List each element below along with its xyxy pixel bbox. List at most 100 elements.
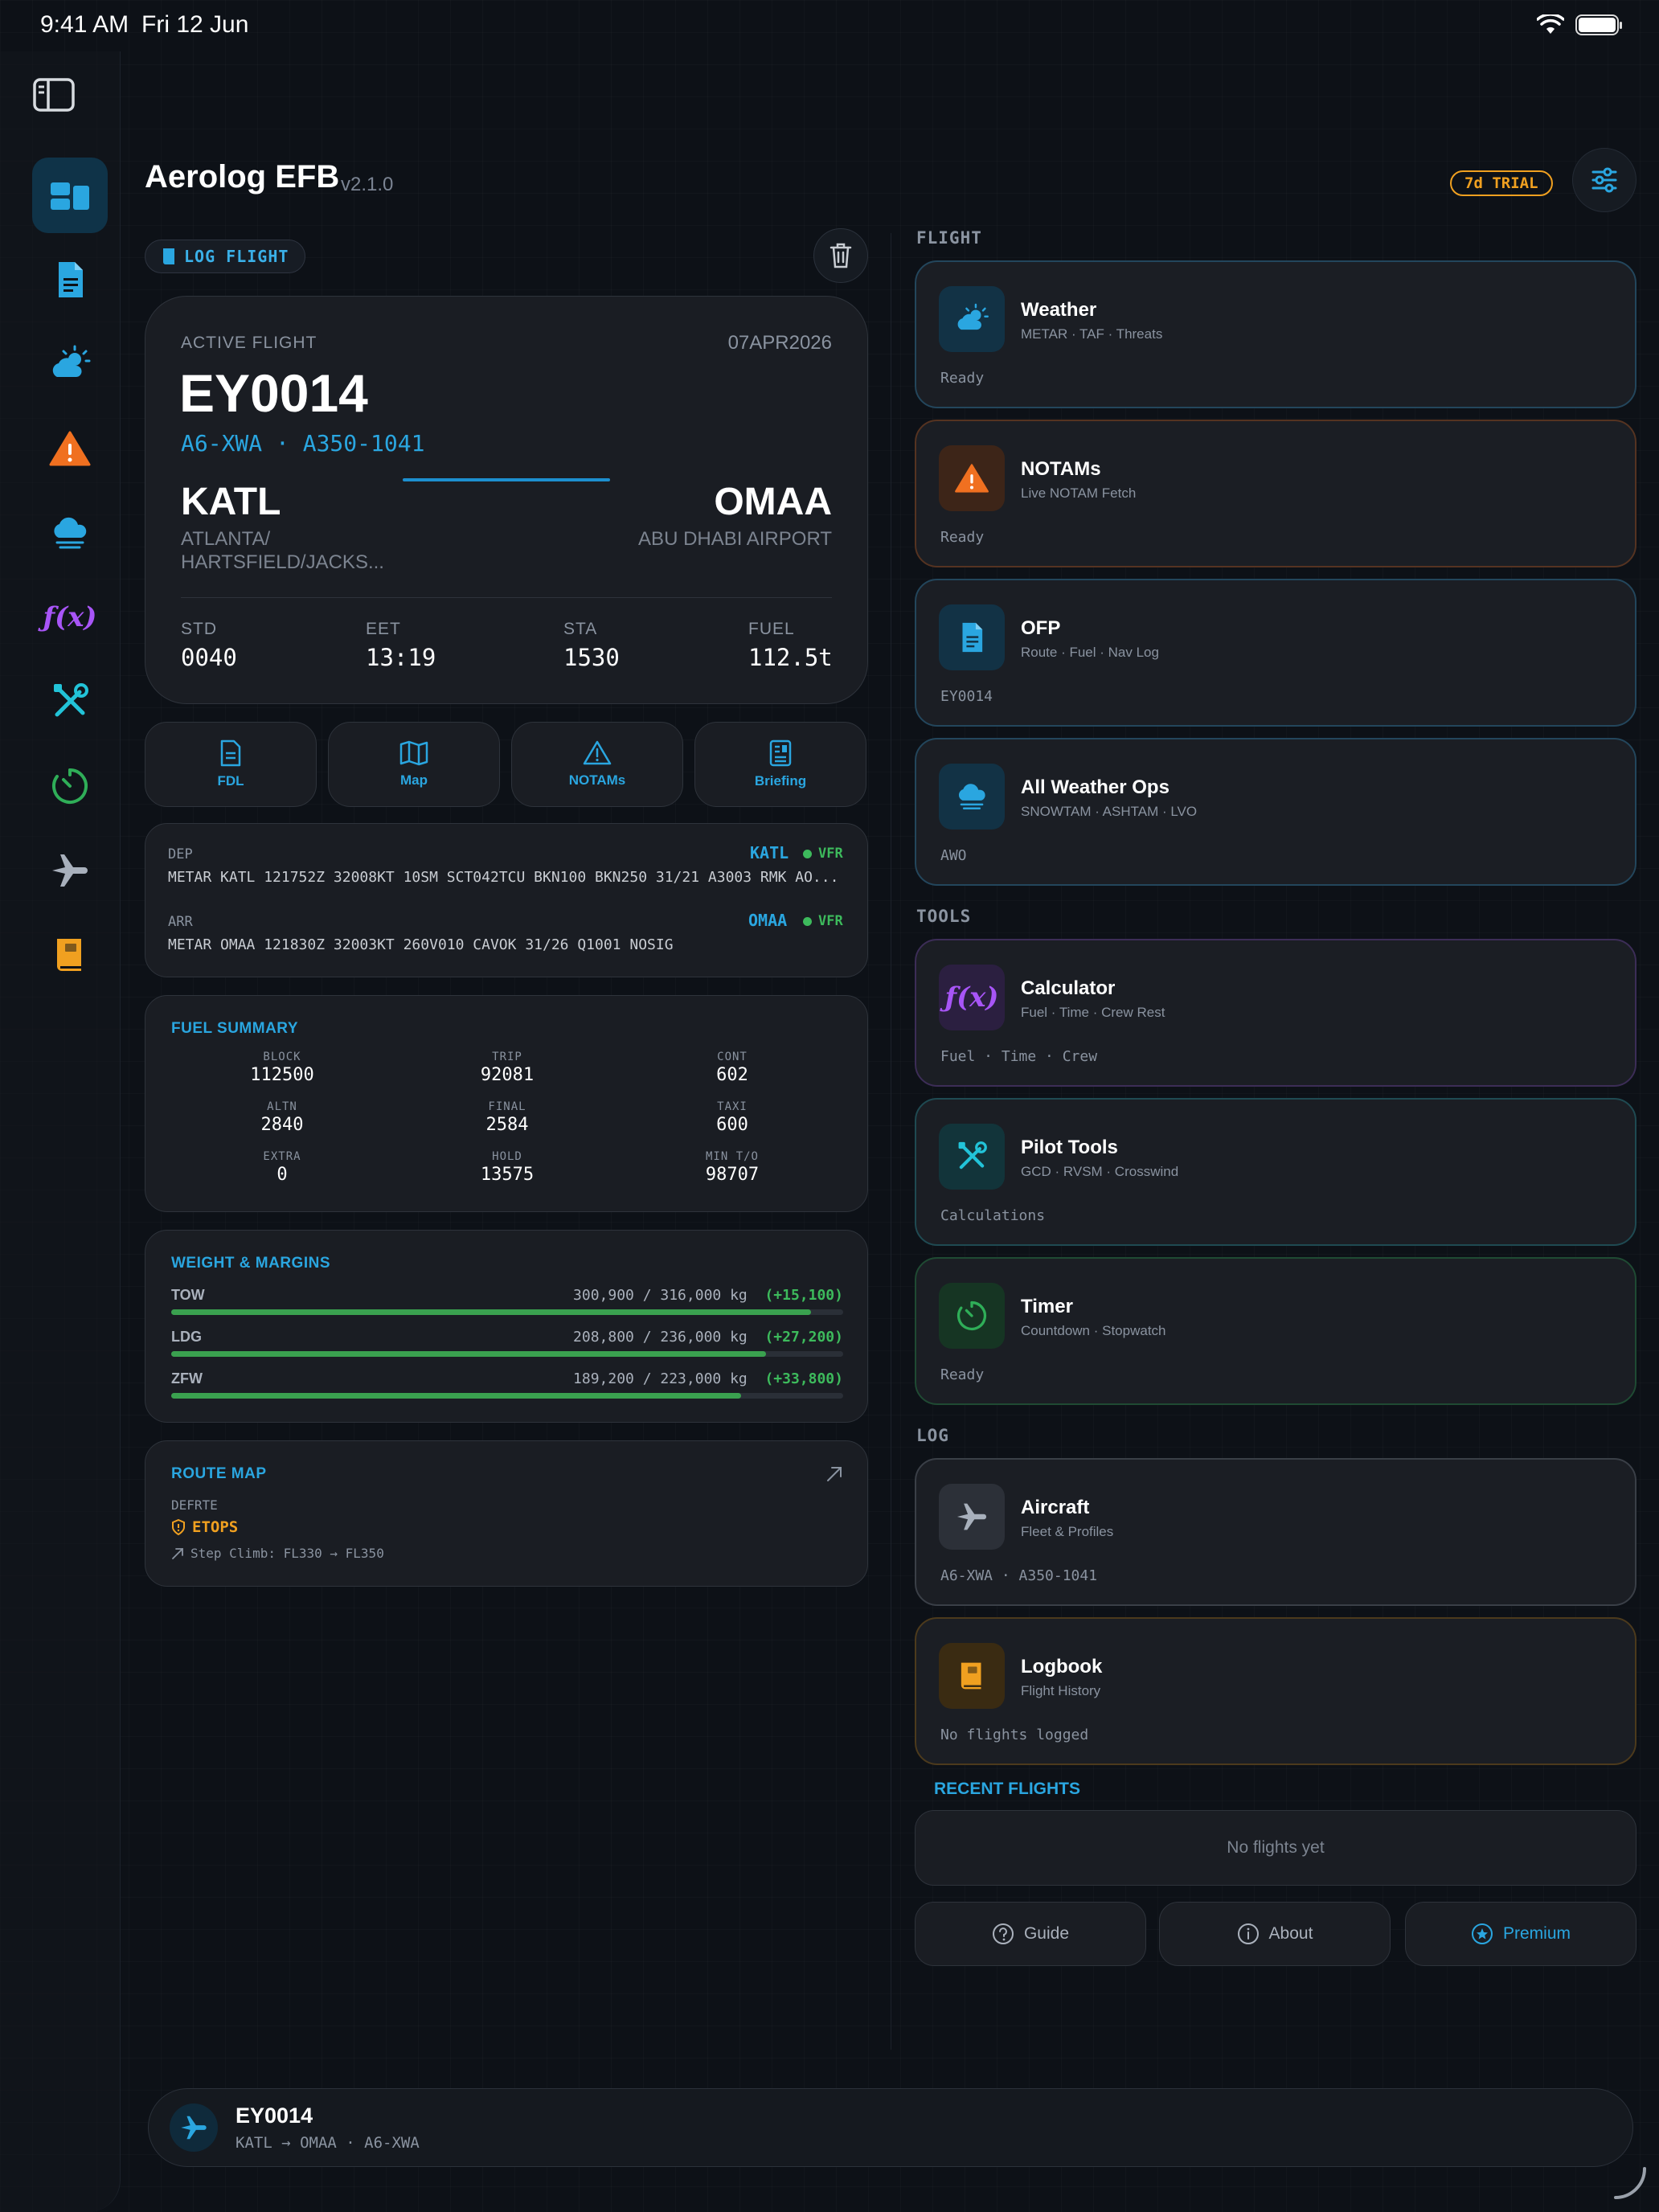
tile-icon [939,1124,1005,1190]
guide-button[interactable]: Guide [915,1902,1146,1966]
quick-action-notams[interactable]: NOTAMs [511,722,683,807]
sidebar-item-logbook[interactable] [32,917,108,993]
airplane-icon [956,1503,987,1530]
arrival-name: ABU DHABI AIRPORT [638,528,832,550]
tile-timer[interactable]: Timer Countdown · Stopwatch Ready [915,1257,1636,1405]
fuel-summary-card[interactable]: FUEL SUMMARY BLOCK 112500 TRIP 92081 CONT 6… [145,995,868,1212]
cloud-sun-icon [52,345,91,377]
weight-values-text: 208,800 / 236,000 kg [573,1329,748,1346]
active-flight-bar[interactable]: EY0014 KATL → OMAA · A6-XWA [148,2088,1633,2167]
quick-action-fdl[interactable]: FDL [145,722,317,807]
weight-bar-fill [171,1393,741,1399]
departure-icao: KATL [181,481,281,523]
book-icon [163,248,174,264]
quick-action-briefing[interactable]: Briefing [694,722,866,807]
sidebar-toggle-button[interactable] [18,63,90,127]
sidebar-item-timer[interactable] [32,748,108,824]
tile-notams[interactable]: NOTAMs Live NOTAM Fetch Ready [915,420,1636,567]
fuel-value: 92081 [480,1065,535,1085]
tools-icon [54,683,88,717]
about-button[interactable]: About [1159,1902,1391,1966]
sidebar-toggle-icon [33,78,75,112]
tile-title: OFP [1021,617,1061,639]
resize-handle-icon[interactable] [1612,2165,1648,2201]
recent-flights-empty: No flights yet [1227,1838,1325,1857]
fuel-label: BLOCK [263,1051,301,1063]
sidebar-item-all-weather-ops[interactable] [32,495,108,571]
tile-icon [939,764,1005,830]
fuel-value: 2840 [260,1115,304,1135]
tile-status: Ready [940,529,985,546]
quick-action-map[interactable]: Map [328,722,500,807]
premium-button[interactable]: Premium [1405,1902,1636,1966]
weight-margin: (+27,200) [764,1329,843,1346]
weight-margin: (+33,800) [764,1370,843,1387]
group-label-log: LOG [916,1426,949,1445]
map-icon [399,740,428,766]
settings-button[interactable] [1572,148,1636,212]
fuel-value: 2584 [485,1115,529,1135]
tile-logbook[interactable]: Logbook Flight History No flights logged [915,1617,1636,1765]
warning-icon [49,431,91,466]
flight-bar-route: KATL → OMAA · A6-XWA [236,2134,420,2152]
timer-icon [52,768,88,804]
sidebar-item-ofp[interactable] [32,242,108,317]
tile-pilot-tools[interactable]: Pilot Tools GCD · RVSM · Crosswind Calcu… [915,1098,1636,1246]
tile-subtitle: Fuel · Time · Crew Rest [1021,1005,1165,1020]
etops-label: ETOPS [192,1518,239,1536]
tile-status: Ready [940,370,985,387]
sidebar-item-notams[interactable] [32,411,108,486]
tile-icon [939,1484,1005,1550]
arr-flight-category: VFR [803,913,843,929]
active-flight-card[interactable]: ACTIVE FLIGHT 07APR2026 EY0014 A6-XWA · … [145,296,868,704]
airplane-icon [52,854,88,887]
fuel-label: HOLD [492,1150,522,1163]
trial-badge[interactable]: 7d TRIAL [1450,170,1553,196]
warning-icon [955,464,989,493]
sidebar-item-calculator[interactable]: ƒ(x) [32,580,108,655]
tile-icon [939,1643,1005,1709]
metar-card[interactable]: DEP KATL VFR METAR KATL 121752Z 32008KT … [145,823,868,977]
about-label: About [1268,1924,1313,1943]
tile-subtitle: SNOWTAM · ASHTAM · LVO [1021,804,1198,819]
fuel-trip: TRIP 92081 [427,1051,588,1085]
route-map-card[interactable]: ROUTE MAP DEFRTE ETOPS Step Climb: FL330… [145,1440,868,1587]
tile-all-weather-ops[interactable]: All Weather Ops SNOWTAM · ASHTAM · LVO A… [915,738,1636,886]
recent-flights-title: RECENT FLIGHTS [934,1780,1080,1798]
sidebar-item-pilot-tools[interactable] [32,664,108,739]
route-name: DEFRTE [171,1497,218,1513]
shield-icon [172,1519,185,1535]
tile-icon: ƒ(x) [939,965,1005,1030]
weight-margins-title: WEIGHT & MARGINS [171,1255,330,1272]
arrival-icao: OMAA [714,481,832,523]
tile-calculator[interactable]: ƒ(x) Calculator Fuel · Time · Crew Rest … [915,939,1636,1087]
aircraft-registration: A6-XWA · A350-1041 [181,430,425,457]
tile-status: Calculations [940,1207,1046,1224]
document-icon [962,622,983,653]
stat-value: 1530 [563,644,620,671]
tile-aircraft[interactable]: Aircraft Fleet & Profiles A6-XWA · A350-… [915,1458,1636,1606]
log-flight-label: LOG FLIGHT [184,247,289,266]
expand-arrow-icon[interactable] [825,1465,843,1483]
sidebar-item-aircraft[interactable] [32,833,108,908]
step-climb: Step Climb: FL330 → FL350 [171,1546,384,1561]
quick-action-label: FDL [217,773,244,789]
trash-icon [830,243,852,268]
book-icon [961,1662,981,1690]
sidebar-item-dashboard[interactable] [32,158,108,233]
fuel-label: FINAL [488,1100,526,1113]
delete-flight-button[interactable] [813,228,868,283]
tile-ofp[interactable]: OFP Route · Fuel · Nav Log EY0014 [915,579,1636,727]
fuel-value: 112500 [250,1065,314,1085]
sidebar-item-weather[interactable] [32,326,108,402]
tile-icon [939,286,1005,352]
flight-bar-title: EY0014 [236,2103,313,2128]
arrow-up-right-icon [172,1547,183,1559]
tile-weather[interactable]: Weather METAR · TAF · Threats Ready [915,260,1636,408]
route-line [403,478,610,481]
log-flight-button[interactable]: LOG FLIGHT [145,240,306,273]
weight-margins-card[interactable]: WEIGHT & MARGINS TOW 300,900 / 316,000 k… [145,1230,868,1423]
status-dot [803,849,812,858]
fuel-value: 600 [716,1115,748,1135]
tile-subtitle: Countdown · Stopwatch [1021,1323,1166,1338]
